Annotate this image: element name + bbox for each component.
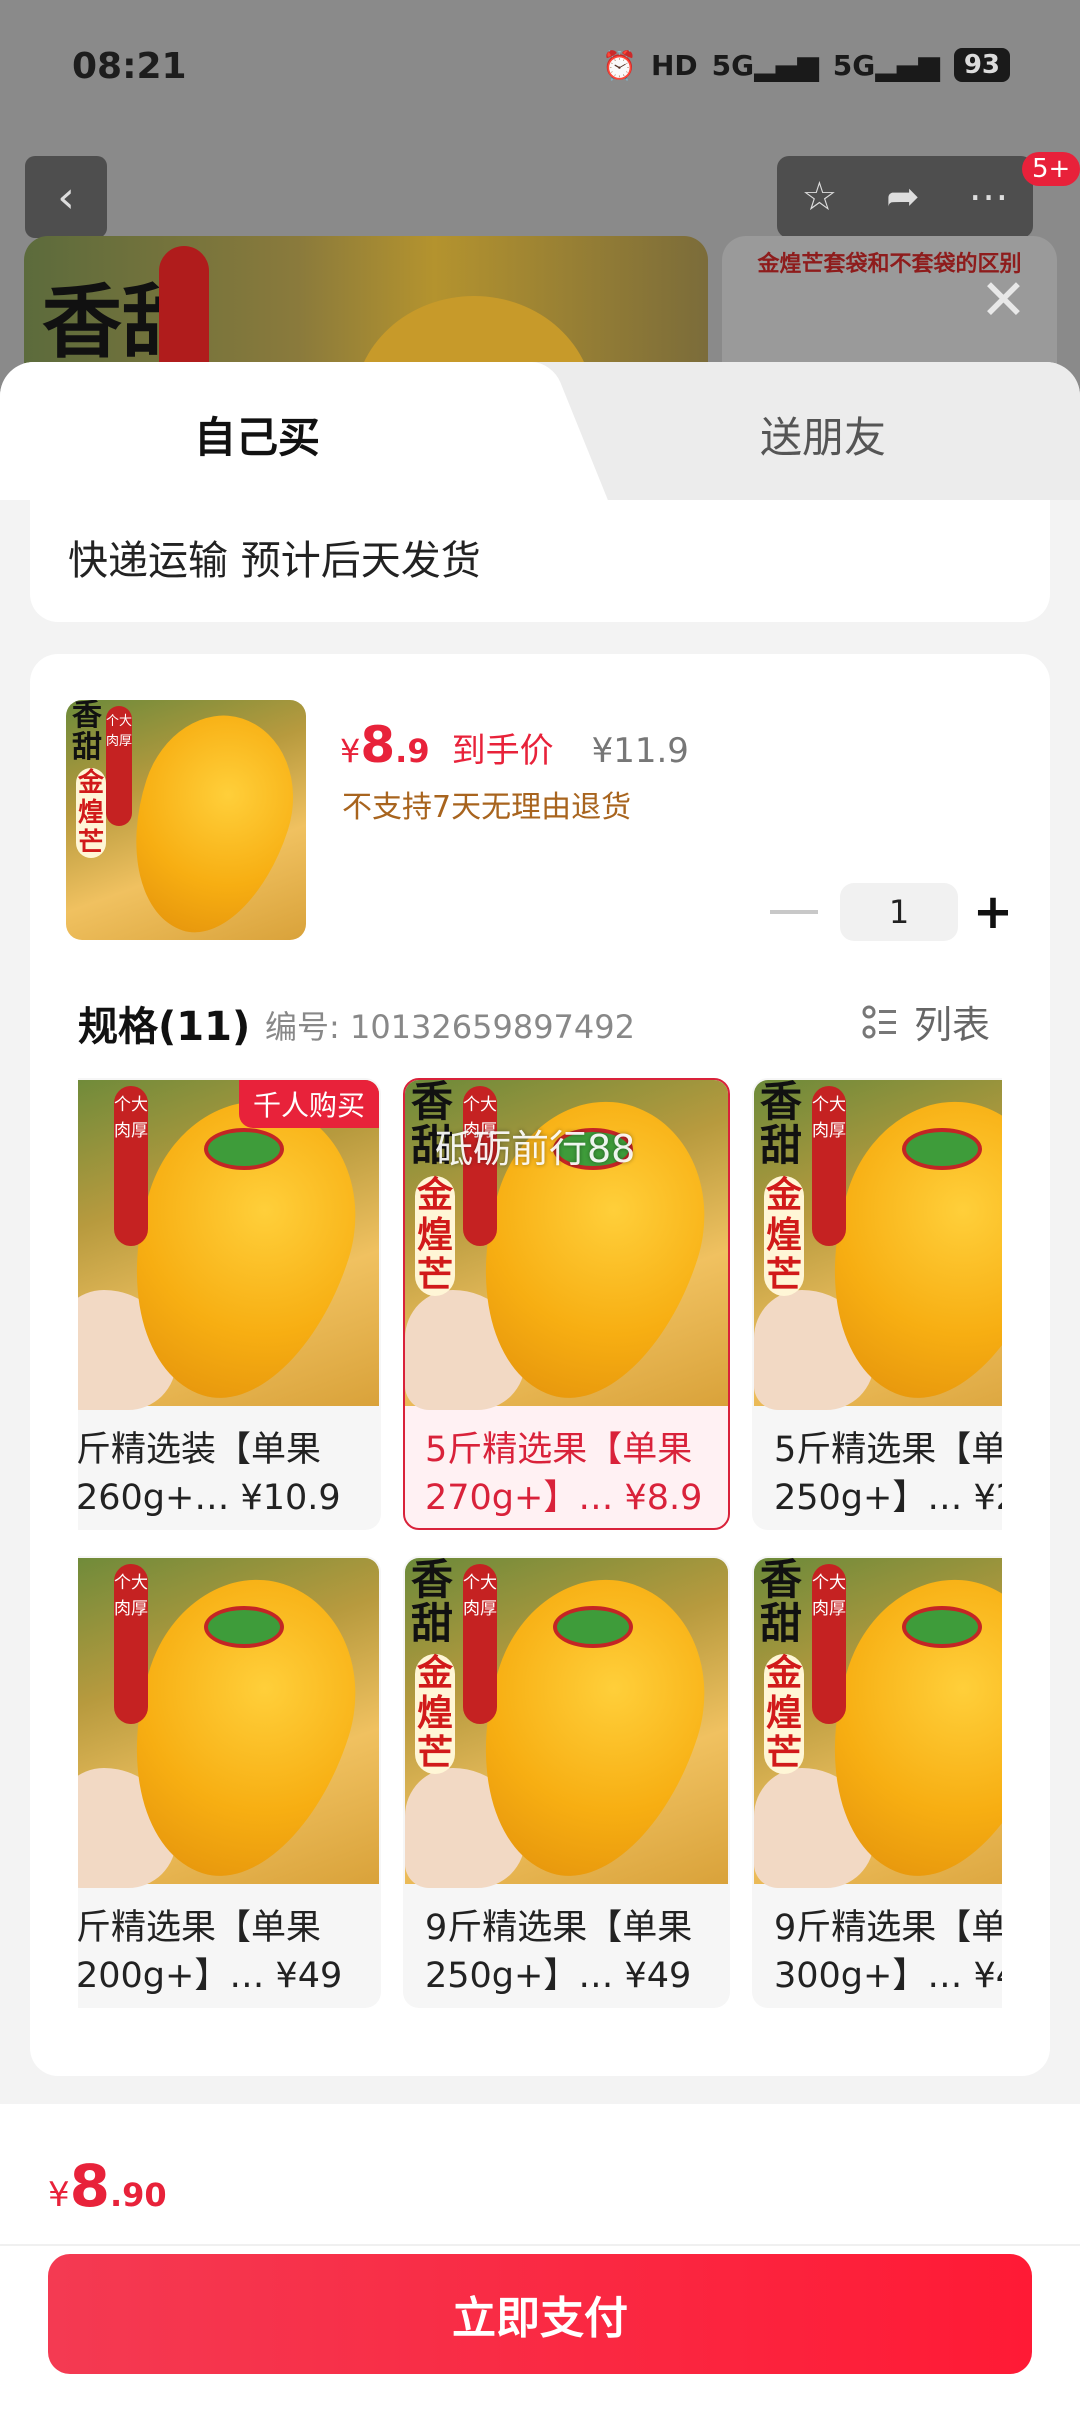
list-icon	[862, 1005, 896, 1038]
total-currency: ¥	[48, 2175, 70, 2215]
spec-option-image: 个大肉厚	[78, 1080, 379, 1426]
spec-option[interactable]: 香甜 个大肉厚 金煌芒 9斤精选果【单果 250g+】… ¥49	[403, 1556, 730, 2008]
close-icon[interactable]: ✕	[980, 268, 1027, 333]
tab-self-buy[interactable]: 自己买	[194, 404, 320, 465]
popular-tag: 千人购买	[238, 1080, 379, 1128]
spec-option-label: 9斤精选果【单果 300g+】… ¥4	[774, 1908, 1002, 1996]
status-time: 08:21	[72, 46, 187, 87]
spec-option-image: 香甜 个大肉厚 金煌芒 砥砺前行88	[405, 1080, 728, 1426]
shipping-text: 快递运输 预计后天发货	[68, 538, 481, 584]
hd-icon: HD	[650, 48, 698, 82]
signal-5g-icon-2: 5G▂▄▆	[832, 48, 940, 82]
purchase-tabs: 自己买 送朋友	[0, 362, 1080, 500]
price-row: ¥ 8 .9 到手价 ¥11.9	[340, 716, 689, 774]
spec-option-label: 斤精选果【单果 200g+】… ¥49	[78, 1908, 343, 1996]
notification-badge: 5+	[1022, 152, 1080, 186]
product-card: 香甜 个大肉厚 金煌芒 ¥ 8 .9 到手价 ¥11.9 不支持7天无理由退货 …	[30, 654, 1050, 2076]
signal-5g-icon: 5G▂▄▆	[711, 48, 819, 82]
quantity-stepper: 1 +	[770, 882, 1028, 942]
status-bar: 08:21 ⏰ HD 5G▂▄▆ 5G▂▄▆ 93	[0, 0, 1080, 140]
spec-option-image: 香甜 个大肉厚 金煌芒	[754, 1558, 1002, 1904]
back-button[interactable]: ‹	[25, 156, 107, 238]
spec-grid: 个大肉厚 千人购买 斤精选装【单果 260g+… ¥10.9 香甜 个大肉厚 金…	[78, 1078, 1002, 2043]
spec-option-label: 5斤精选果【单果 250g+】… ¥2	[774, 1430, 1002, 1518]
spec-option[interactable]: 香甜 个大肉厚 金煌芒 5斤精选果【单果 250g+】… ¥2	[752, 1078, 1002, 1530]
shipping-card: 快递运输 预计后天发货	[30, 500, 1050, 622]
spec-option-selected[interactable]: 香甜 个大肉厚 金煌芒 砥砺前行88 5斤精选果【单果 270g+】… ¥8.9	[403, 1078, 730, 1530]
spec-option[interactable]: 个大肉厚 斤精选果【单果 200g+】… ¥49	[78, 1556, 381, 2008]
spec-option[interactable]: 香甜 个大肉厚 金煌芒 9斤精选果【单果 300g+】… ¥4	[752, 1556, 1002, 2008]
divider	[0, 2244, 1080, 2246]
price-currency: ¥	[340, 732, 361, 770]
pay-now-button[interactable]: 立即支付	[48, 2254, 1032, 2374]
price-integer: 8	[360, 716, 396, 774]
total-integer: 8	[69, 2152, 110, 2220]
spec-option-image: 香甜 个大肉厚 金煌芒	[754, 1080, 1002, 1426]
total-decimal: .90	[110, 2176, 167, 2214]
list-view-toggle[interactable]: 列表	[862, 994, 990, 1049]
product-thumbnail: 香甜 个大肉厚 金煌芒	[66, 700, 306, 940]
watermark-text: 砥砺前行88	[435, 1127, 636, 1171]
spec-option-label: 5斤精选果【单果 270g+】… ¥8.9	[425, 1430, 703, 1518]
original-price: ¥11.9	[591, 731, 689, 771]
spec-option[interactable]: 个大肉厚 千人购买 斤精选装【单果 260g+… ¥10.9	[78, 1078, 381, 1530]
return-policy: 不支持7天无理由退货	[342, 790, 632, 825]
star-icon[interactable]: ☆	[801, 174, 837, 220]
checkout-bar: ¥ 8 .90 立即支付	[0, 2104, 1080, 2412]
spec-option-label: 9斤精选果【单果 250g+】… ¥49	[425, 1908, 693, 1996]
status-icons: ⏰ HD 5G▂▄▆ 5G▂▄▆ 93	[602, 48, 1010, 82]
spec-title: 规格(11)	[78, 1004, 251, 1050]
spec-option-label: 斤精选装【单果 260g+… ¥10.9	[78, 1430, 341, 1518]
top-toolbar: ☆ ➦ ⋯	[777, 156, 1033, 238]
spec-code: 编号: 10132659897492	[265, 1008, 635, 1046]
background-product-page: 08:21 ⏰ HD 5G▂▄▆ 5G▂▄▆ 93 ‹ ☆ ➦ ⋯ 5+ 香甜 …	[0, 0, 1080, 436]
quantity-value[interactable]: 1	[840, 883, 958, 941]
purchase-sheet: 自己买 送朋友 快递运输 预计后天发货 香甜 个大肉厚 金煌芒 ¥ 8 .9 到…	[0, 362, 1080, 2412]
spec-option-image: 香甜 个大肉厚 金煌芒	[405, 1558, 728, 1904]
minus-icon	[770, 910, 818, 914]
quantity-increase-button[interactable]: +	[958, 882, 1028, 942]
total-price: ¥ 8 .90	[48, 2152, 167, 2220]
quantity-decrease-button[interactable]	[770, 882, 840, 942]
price-label: 到手价	[451, 731, 554, 771]
share-icon[interactable]: ➦	[886, 174, 920, 220]
battery-indicator: 93	[953, 48, 1010, 82]
alarm-icon: ⏰	[602, 48, 637, 82]
tab-gift[interactable]: 送朋友	[760, 404, 886, 465]
chevron-left-icon: ‹	[57, 171, 75, 223]
plus-icon: +	[972, 884, 1014, 940]
price-decimal: .9	[395, 732, 430, 770]
list-view-label: 列表	[914, 1003, 991, 1047]
more-icon[interactable]: ⋯	[969, 174, 1009, 220]
spec-option-image: 个大肉厚	[78, 1558, 379, 1904]
